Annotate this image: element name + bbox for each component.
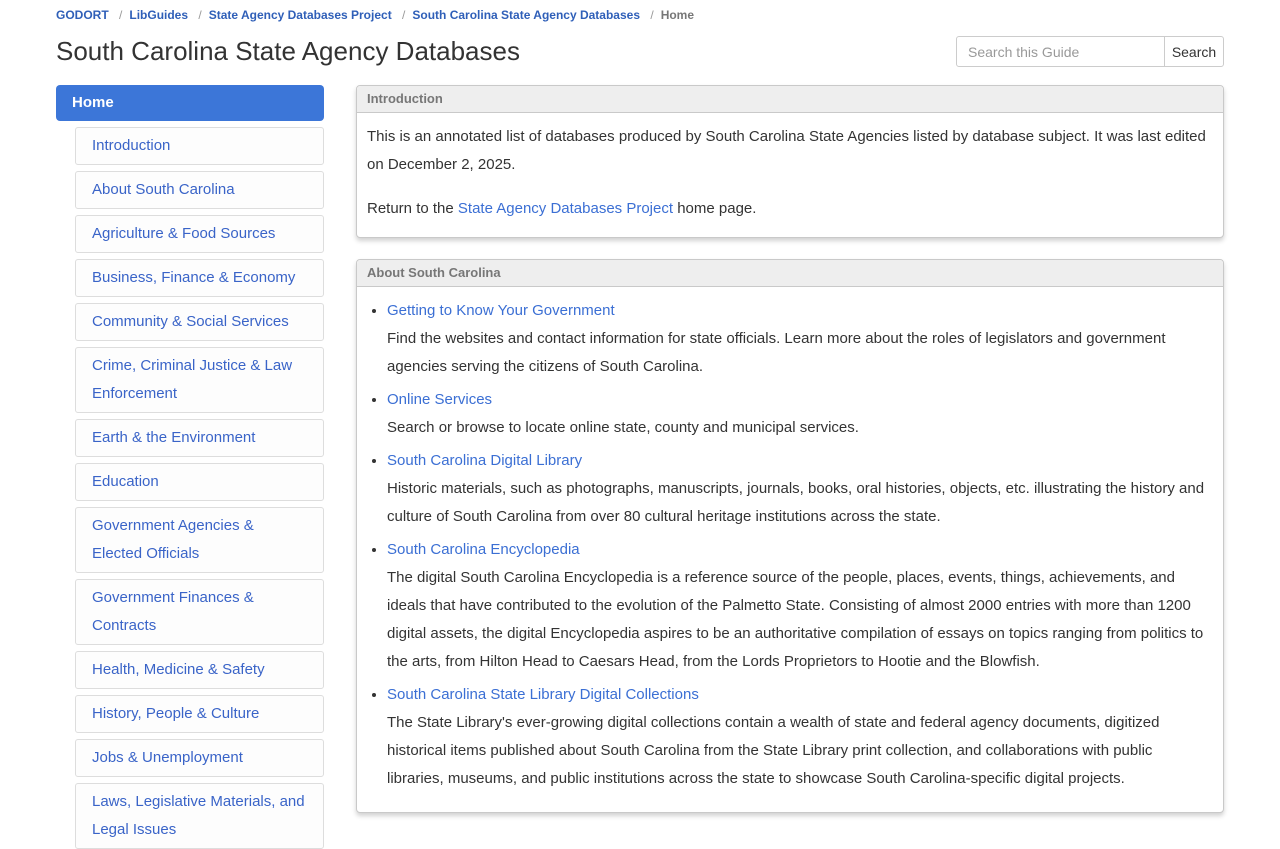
- panel-about-south-carolina: About South Carolina Getting to Know You…: [356, 259, 1224, 813]
- breadcrumb-item: / LibGuides: [112, 8, 188, 22]
- panel-about-body: Getting to Know Your Government Find the…: [357, 287, 1223, 812]
- search-button[interactable]: Search: [1164, 36, 1224, 67]
- header-row: South Carolina State Agency Databases Se…: [56, 34, 1224, 67]
- sidebar-sub-list: Introduction About South Carolina Agricu…: [75, 127, 324, 849]
- breadcrumb-item: /GODORT: [56, 8, 109, 22]
- database-link[interactable]: South Carolina Encyclopedia: [387, 541, 580, 558]
- intro-paragraph: This is an annotated list of databases p…: [367, 128, 1206, 173]
- sidebar-item[interactable]: About South Carolina: [75, 171, 324, 209]
- sidebar-item[interactable]: History, People & Culture: [75, 695, 324, 733]
- breadcrumb: /GODORT /LibGuides /State Agency Databas…: [56, 8, 1224, 22]
- sidebar-item[interactable]: Education: [75, 463, 324, 501]
- sidebar-item-home[interactable]: Home: [56, 85, 324, 121]
- breadcrumb-item: / Home: [643, 8, 694, 22]
- database-list-item: Online Services Search or browse to loca…: [387, 386, 1213, 442]
- database-description: Historic materials, such as photographs,…: [387, 480, 1205, 525]
- breadcrumb-separator: /: [650, 8, 654, 22]
- intro-return-paragraph: Return to the State Agency Databases Pro…: [367, 195, 1213, 223]
- project-home-link[interactable]: State Agency Databases Project: [458, 200, 673, 217]
- sidebar-item[interactable]: Government Finances & Contracts: [75, 579, 324, 645]
- database-link[interactable]: Getting to Know Your Government: [387, 302, 615, 319]
- sidebar-item[interactable]: Agriculture & Food Sources: [75, 215, 324, 253]
- database-list-item: South Carolina State Library Digital Col…: [387, 681, 1213, 793]
- database-description: The digital South Carolina Encyclopedia …: [387, 569, 1204, 670]
- sidebar-item[interactable]: Introduction: [75, 127, 324, 165]
- database-link[interactable]: South Carolina State Library Digital Col…: [387, 686, 699, 703]
- main-content: Introduction This is an annotated list o…: [356, 85, 1224, 834]
- database-list-item: Getting to Know Your Government Find the…: [387, 297, 1213, 381]
- page-title: South Carolina State Agency Databases: [56, 36, 520, 66]
- sidebar-item[interactable]: Earth & the Environment: [75, 419, 324, 457]
- breadcrumb-link[interactable]: GODORT: [56, 8, 109, 22]
- database-list: Getting to Know Your Government Find the…: [367, 297, 1213, 793]
- search-input[interactable]: [956, 36, 1165, 67]
- panel-introduction: Introduction This is an annotated list o…: [356, 85, 1224, 238]
- database-link[interactable]: South Carolina Digital Library: [387, 452, 582, 469]
- breadcrumb-link[interactable]: South Carolina State Agency Databases: [412, 8, 640, 22]
- intro-return-suffix: home page.: [673, 200, 757, 217]
- breadcrumb-separator: /: [198, 8, 202, 22]
- sidebar-item[interactable]: Community & Social Services: [75, 303, 324, 341]
- sidebar-item[interactable]: Jobs & Unemployment: [75, 739, 324, 777]
- content-row: Home Introduction About South Carolina A…: [56, 85, 1224, 849]
- database-list-item: South Carolina Encyclopedia The digital …: [387, 536, 1213, 676]
- database-description: Find the websites and contact informatio…: [387, 330, 1166, 375]
- breadcrumb-item: / South Carolina State Agency Databases: [395, 8, 640, 22]
- page: /GODORT /LibGuides /State Agency Databas…: [0, 0, 1280, 849]
- sidebar-nav: Home Introduction About South Carolina A…: [56, 85, 324, 849]
- intro-return-prefix: Return to the: [367, 200, 458, 217]
- sidebar-item[interactable]: Crime, Criminal Justice & Law Enforcemen…: [75, 347, 324, 413]
- sidebar-item[interactable]: Government Agencies & Elected Officials: [75, 507, 324, 573]
- database-list-item: South Carolina Digital Library Historic …: [387, 447, 1213, 531]
- database-description: Search or browse to locate online state,…: [387, 419, 859, 436]
- panel-about-header: About South Carolina: [357, 260, 1223, 287]
- guide-search: Search: [956, 36, 1224, 67]
- breadcrumb-link[interactable]: LibGuides: [129, 8, 188, 22]
- sidebar-item[interactable]: Business, Finance & Economy: [75, 259, 324, 297]
- sidebar-item[interactable]: Health, Medicine & Safety: [75, 651, 324, 689]
- breadcrumb-separator: /: [119, 8, 123, 22]
- breadcrumb-separator: /: [402, 8, 406, 22]
- database-description: The State Library's ever-growing digital…: [387, 714, 1160, 787]
- panel-introduction-body: This is an annotated list of databases p…: [357, 113, 1223, 237]
- breadcrumb-current: Home: [660, 8, 695, 22]
- sidebar-item[interactable]: Laws, Legislative Materials, and Legal I…: [75, 783, 324, 849]
- database-link[interactable]: Online Services: [387, 391, 492, 408]
- breadcrumb-link[interactable]: State Agency Databases Project: [209, 8, 392, 22]
- breadcrumb-item: / State Agency Databases Project: [191, 8, 391, 22]
- panel-introduction-header: Introduction: [357, 86, 1223, 113]
